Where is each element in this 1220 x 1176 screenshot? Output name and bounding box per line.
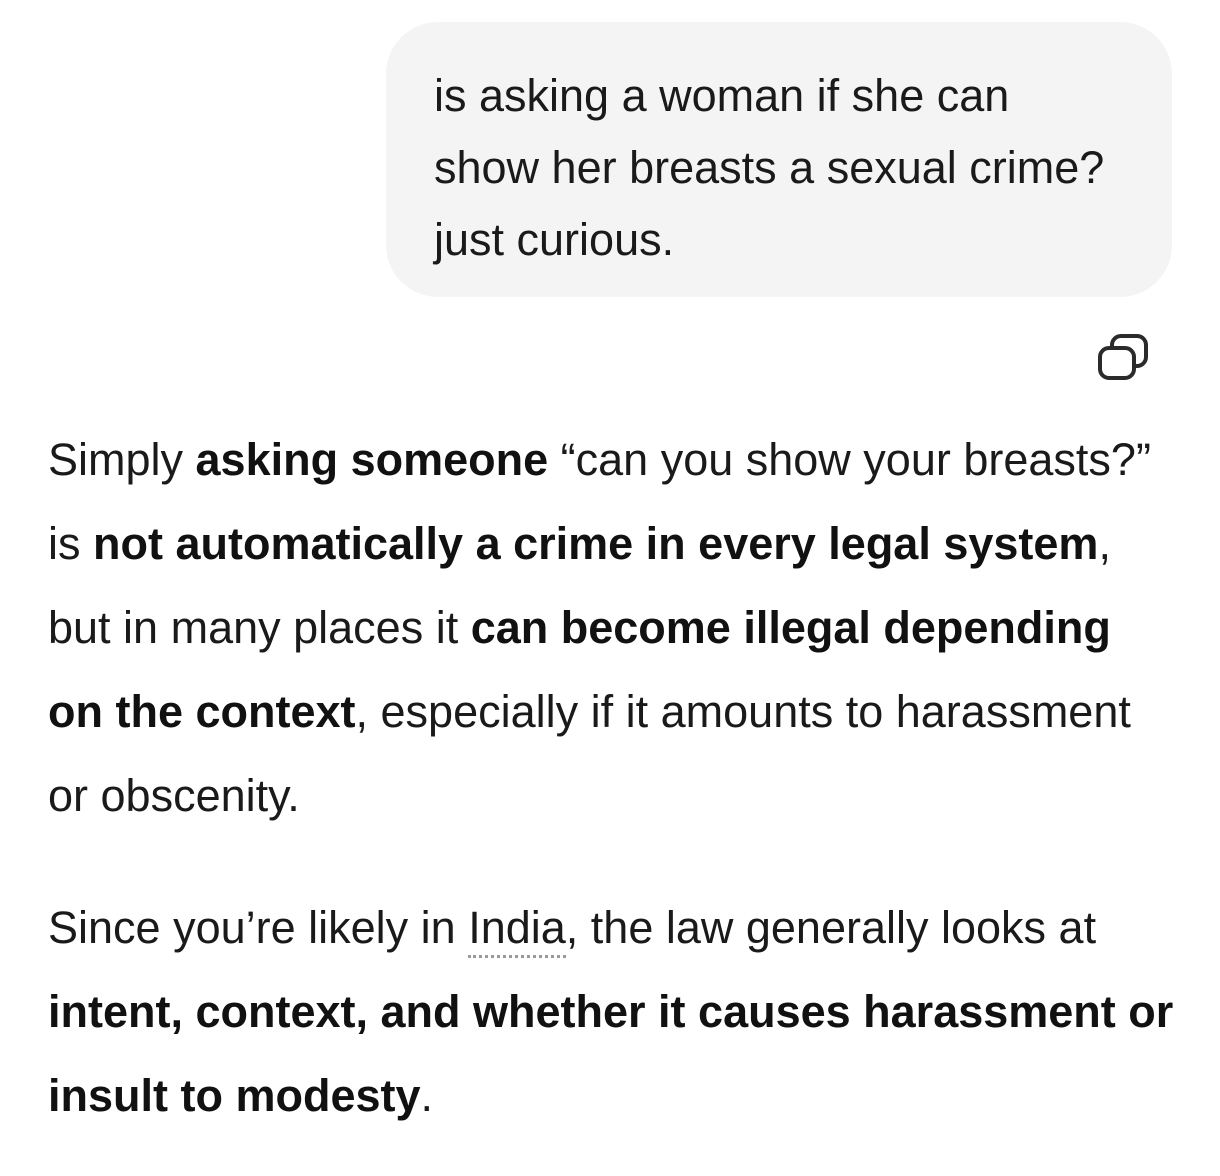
location-link[interactable]: India [468,902,566,958]
user-message-bubble: is asking a woman if she can show her br… [386,22,1172,297]
response-paragraph-2: Since you’re likely in India, the law ge… [48,886,1178,1138]
response-bold-text: not automatically a crime in every legal… [93,518,1099,569]
copy-icon [1098,334,1148,380]
response-bold-text: intent, context, and whether it causes h… [48,986,1174,1121]
response-bold-text: asking someone [195,434,549,485]
response-paragraph-1: Simply asking someone “can you show your… [48,418,1178,838]
response-text: . [420,1070,434,1121]
response-text: , the law generally looks at [565,902,1097,953]
response-text: Simply [48,434,196,485]
response-text: Since you’re likely in [48,902,469,953]
user-message-text: is asking a woman if she can show her br… [434,70,1105,265]
copy-button[interactable] [1096,332,1150,384]
